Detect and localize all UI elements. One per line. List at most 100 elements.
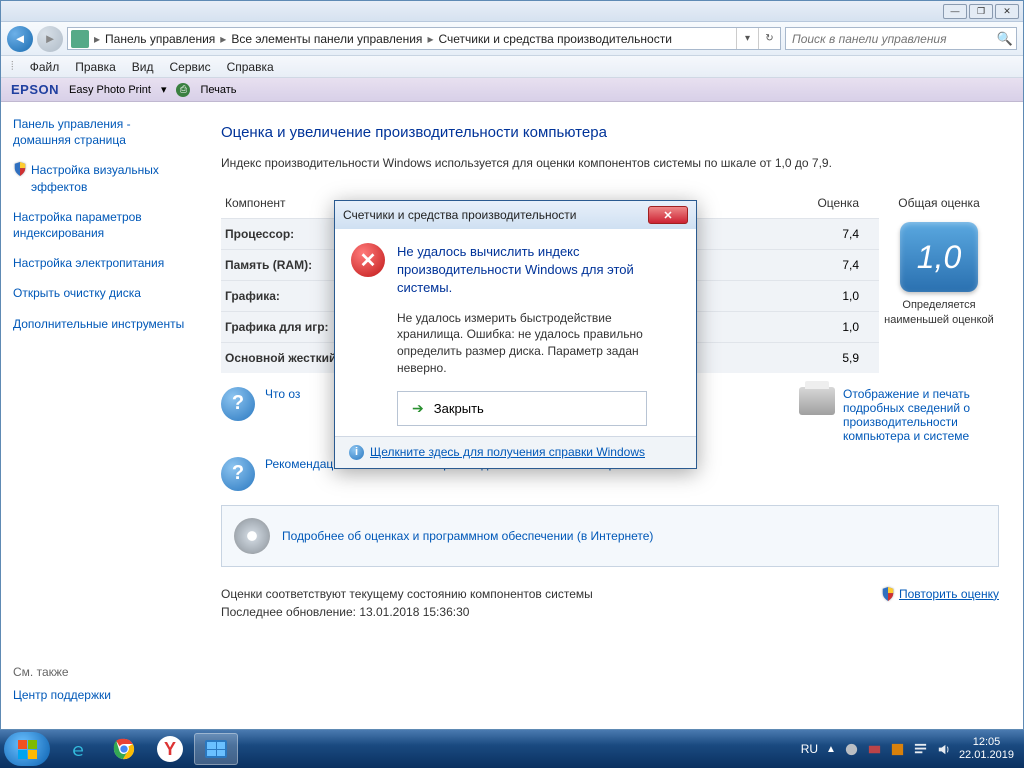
question-icon: ? <box>221 457 255 491</box>
maximize-button[interactable]: ❐ <box>969 4 993 19</box>
sidebar-tools[interactable]: Дополнительные инструменты <box>13 316 191 332</box>
search-input[interactable] <box>786 32 994 46</box>
dialog-body: ✕ Не удалось вычислить индекс производит… <box>335 229 696 436</box>
taskbar-yandex[interactable]: Y <box>157 736 183 762</box>
component-score: 1,0 <box>683 311 879 342</box>
dialog-close-action[interactable]: ➔ Закрыть <box>397 391 647 426</box>
close-button[interactable]: ✕ <box>995 4 1019 19</box>
breadcrumb[interactable]: Счетчики и средства производительности <box>435 32 674 46</box>
sidebar-support[interactable]: Центр поддержки <box>13 687 111 703</box>
col-score: Оценка <box>683 190 879 219</box>
footnote-line1: Оценки соответствуют текущему состоянию … <box>221 585 593 603</box>
epson-app-label[interactable]: Easy Photo Print <box>69 84 151 96</box>
sidebar-power[interactable]: Настройка электропитания <box>13 255 191 271</box>
shield-icon <box>881 587 895 601</box>
tray-icon[interactable] <box>844 742 859 757</box>
navbar: ◄ ► ▸ Панель управления ▸ Все элементы п… <box>1 22 1023 56</box>
component-score: 1,0 <box>683 280 879 311</box>
tray-icon[interactable] <box>867 742 882 757</box>
back-button[interactable]: ◄ <box>7 26 33 52</box>
overall-cell: 1,0 Определяется наименьшей оценкой <box>879 218 999 373</box>
info-box: Подробнее об оценках и программном обесп… <box>221 505 999 567</box>
page-description: Индекс производительности Windows исполь… <box>221 155 999 172</box>
search-icon[interactable]: 🔍 <box>994 31 1016 47</box>
language-indicator[interactable]: RU <box>801 742 818 756</box>
action-center-icon[interactable] <box>913 742 928 757</box>
search-box[interactable]: 🔍 <box>785 27 1017 50</box>
cd-icon <box>234 518 270 554</box>
epson-toolbar: EPSON Easy Photo Print ▾ ⎙ Печать <box>1 78 1023 102</box>
dialog-heading: Не удалось вычислить индекс производител… <box>397 243 680 298</box>
forward-button[interactable]: ► <box>37 26 63 52</box>
clock[interactable]: 12:05 22.01.2019 <box>959 736 1014 762</box>
refresh-button[interactable]: ↻ <box>758 28 780 49</box>
repeat-assessment-link[interactable]: Повторить оценку <box>881 585 999 603</box>
link-print-details[interactable]: Отображение и печать подробных сведений … <box>843 387 999 443</box>
control-panel-icon <box>71 30 89 48</box>
sidebar-indexing[interactable]: Настройка параметров индексирования <box>13 209 191 241</box>
taskbar-chrome[interactable] <box>102 733 146 765</box>
tray-icon[interactable] <box>890 742 905 757</box>
dropdown-icon[interactable]: ▾ <box>161 83 167 96</box>
taskbar-control-panel[interactable] <box>194 733 238 765</box>
component-score: 7,4 <box>683 249 879 280</box>
sidebar-visual-effects[interactable]: Настройка визуальных эффектов <box>13 162 191 194</box>
arrow-icon: ➔ <box>412 400 424 417</box>
system-tray: RU ▲ 12:05 22.01.2019 <box>801 736 1020 762</box>
breadcrumb[interactable]: Панель управления <box>102 32 218 46</box>
menu-help[interactable]: Справка <box>227 60 274 74</box>
volume-icon[interactable] <box>936 742 951 757</box>
menu-edit[interactable]: Правка <box>75 60 116 74</box>
component-score: 5,9 <box>683 342 879 373</box>
error-icon: ✕ <box>351 243 385 277</box>
see-also-label: См. также <box>13 665 111 679</box>
epson-logo: EPSON <box>11 82 59 97</box>
chrome-icon <box>113 738 135 760</box>
repeat-label: Повторить оценку <box>899 585 999 603</box>
right-link-block: Отображение и печать подробных сведений … <box>799 387 999 443</box>
chevron-right-icon: ▸ <box>425 32 435 46</box>
titlebar: — ❐ ✕ <box>1 1 1023 22</box>
dialog-footer: i Щелкните здесь для получения справки W… <box>335 436 696 468</box>
clock-time: 12:05 <box>959 736 1014 749</box>
overall-score-label: Определяется наименьшей оценкой <box>883 298 995 327</box>
page-title: Оценка и увеличение производительности к… <box>221 124 999 141</box>
link-learn-more[interactable]: Подробнее об оценках и программном обесп… <box>282 529 653 543</box>
dialog-message: Не удалось измерить быстродействие храни… <box>397 310 680 377</box>
dialog-title: Счетчики и средства производительности <box>343 208 576 222</box>
footnote: Оценки соответствуют текущему состоянию … <box>221 585 999 621</box>
taskbar-ie[interactable]: ｅ <box>56 733 100 765</box>
print-button[interactable]: Печать <box>200 84 236 96</box>
sidebar: Панель управления - домашняя страница На… <box>1 102 203 729</box>
print-icon: ⎙ <box>176 83 190 97</box>
tray-up-icon[interactable]: ▲ <box>826 744 836 755</box>
shield-icon <box>13 162 27 176</box>
menu-view[interactable]: Вид <box>132 60 154 74</box>
overall-score-badge: 1,0 <box>900 222 978 292</box>
sidebar-footer: См. также Центр поддержки <box>13 665 111 717</box>
menubar: ⦙ Файл Правка Вид Сервис Справка <box>1 56 1023 78</box>
link-what-is[interactable]: Что оз <box>265 387 300 401</box>
sidebar-home[interactable]: Панель управления - домашняя страница <box>13 116 191 148</box>
close-label: Закрыть <box>434 401 484 416</box>
minimize-button[interactable]: — <box>943 4 967 19</box>
dropdown-button[interactable]: ▾ <box>736 28 758 49</box>
address-bar[interactable]: ▸ Панель управления ▸ Все элементы панел… <box>67 27 781 50</box>
dialog-titlebar[interactable]: Счетчики и средства производительности ✕ <box>335 201 696 229</box>
question-icon: ? <box>221 387 255 421</box>
dialog-close-button[interactable]: ✕ <box>648 206 688 224</box>
printer-icon <box>799 387 835 415</box>
dialog-text: Не удалось вычислить индекс производител… <box>397 243 680 426</box>
dialog-help-link[interactable]: Щелкните здесь для получения справки Win… <box>370 445 645 459</box>
taskbar: ｅ Y RU ▲ 12:05 22.01.2019 <box>0 730 1024 768</box>
menu-file[interactable]: Файл <box>30 60 60 74</box>
sidebar-disk-cleanup[interactable]: Открыть очистку диска <box>13 285 191 301</box>
windows-logo-icon <box>18 740 37 759</box>
col-overall: Общая оценка <box>879 190 999 219</box>
menu-service[interactable]: Сервис <box>169 60 210 74</box>
start-button[interactable] <box>4 732 50 766</box>
grip-icon: ⦙ <box>11 59 14 74</box>
footnote-line2: Последнее обновление: 13.01.2018 15:36:3… <box>221 603 593 621</box>
breadcrumb[interactable]: Все элементы панели управления <box>228 32 425 46</box>
error-dialog: Счетчики и средства производительности ✕… <box>334 200 697 469</box>
